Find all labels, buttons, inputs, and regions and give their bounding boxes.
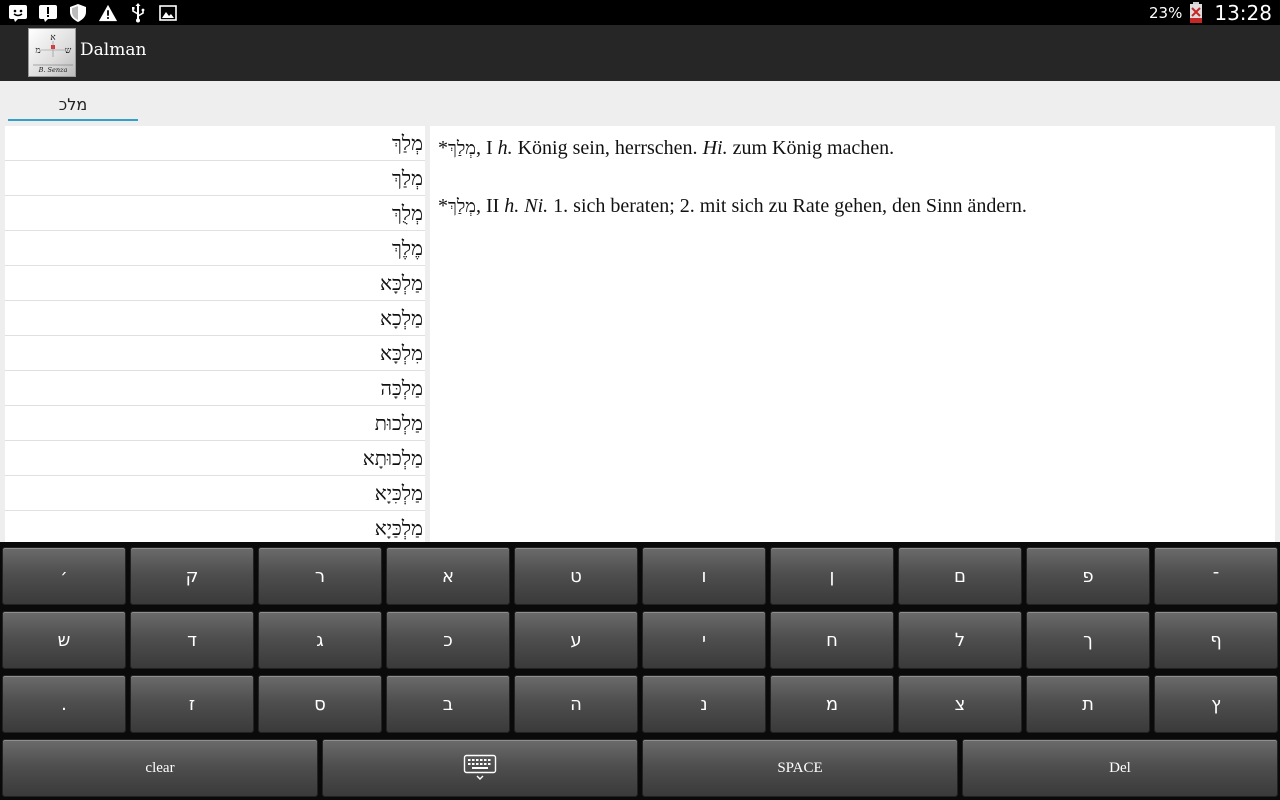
battery-percent: 23% [1149,3,1183,22]
list-item[interactable]: מַלְכִּיָא [5,476,425,511]
key[interactable]: ת [1026,675,1150,733]
entry-star: * [438,195,448,217]
clock: 13:28 [1214,0,1272,25]
key[interactable]: ־ [1154,547,1278,605]
list-item[interactable]: מַלְכוּת [5,406,425,441]
list-item[interactable]: מְלַךְ [5,126,425,161]
entry-numeral: , I [475,137,498,159]
definition-entry: *מְלַךְ, II h. Ni. 1. sich beraten; 2. m… [438,192,1267,221]
search-row [0,81,1280,125]
action-bar: א מ ש B. Senza Dalman [0,25,1280,81]
key[interactable]: ל [898,611,1022,669]
key[interactable]: ט [514,547,638,605]
dalman-logo-icon[interactable]: א מ ש B. Senza [28,28,76,77]
battery-icon [1186,1,1206,23]
keyboard-hide-button[interactable] [322,739,638,797]
key[interactable]: ס [258,675,382,733]
keyboard-hide-icon [463,754,497,782]
list-item[interactable]: מִלְכָּא [5,336,425,371]
key[interactable]: ד [130,611,254,669]
key[interactable]: ק [130,547,254,605]
list-item[interactable]: מַלְכָא [5,301,425,336]
key[interactable]: י [642,611,766,669]
notification-face-icon [8,3,28,23]
entry-text: König sein, herrschen. [512,137,703,159]
key[interactable]: ם [898,547,1022,605]
key[interactable]: ע [514,611,638,669]
key[interactable]: נ [642,675,766,733]
warning-icon [98,3,118,23]
status-bar: 23% 13:28 [0,0,1280,25]
key[interactable]: ך [1026,611,1150,669]
list-item[interactable]: מַלְכָּא [5,266,425,301]
svg-text:ש: ש [65,46,72,56]
key[interactable]: כ [386,611,510,669]
status-right: 23% 13:28 [1149,0,1272,25]
hebrew-keyboard: ׳ ק ר א ט ו ן ם פ ־ ש ד ג כ ע י ח ל ך ף … [0,542,1280,800]
usb-icon [128,2,148,23]
entry-abbr: h. [497,137,513,159]
main-content: מְלַךְ מְלַךְ מְלֻךְ מֶלֶךְ מַלְכָּא מַל… [0,125,1280,542]
key[interactable]: ש [2,611,126,669]
key[interactable]: מ [770,675,894,733]
list-item[interactable]: מַלְכַּיָא [5,511,425,542]
list-item[interactable]: מַלְכָּה [5,371,425,406]
entry-text: 1. sich beraten; 2. mit sich zu Rate geh… [548,195,1027,217]
alert-icon [38,3,58,23]
word-list[interactable]: מְלַךְ מְלַךְ מְלֻךְ מֶלֶךְ מַלְכָּא מַל… [5,126,425,542]
key[interactable]: ף [1154,611,1278,669]
key[interactable]: ב [386,675,510,733]
key[interactable]: ז [130,675,254,733]
list-item[interactable]: מַלְכוּתָא [5,441,425,476]
definition-entry: *מְלַךְ, I h. König sein, herrschen. Hi.… [438,134,1267,163]
clear-button[interactable]: clear [2,739,318,797]
image-icon [158,3,178,23]
key[interactable]: ה [514,675,638,733]
svg-text:מ: מ [35,46,40,56]
entry-abbr: Hi. [702,137,728,159]
entry-headword: מְלַךְ [448,138,476,159]
app-title: Dalman [80,40,147,60]
entry-star: * [438,137,448,159]
list-item[interactable]: מְלֻךְ [5,196,425,231]
space-button[interactable]: SPACE [642,739,958,797]
entry-numeral: , II [475,195,505,217]
entry-abbr: h. Ni. [504,195,549,217]
delete-button[interactable]: Del [962,739,1278,797]
key[interactable]: ׳ [2,547,126,605]
key[interactable]: ן [770,547,894,605]
key[interactable]: ץ [1154,675,1278,733]
key[interactable]: פ [1026,547,1150,605]
list-item[interactable]: מֶלֶךְ [5,231,425,266]
key[interactable]: צ [898,675,1022,733]
definition-panel: *מְלַךְ, I h. König sein, herrschen. Hi.… [430,126,1275,542]
search-input[interactable] [8,89,138,121]
list-item[interactable]: מְלַךְ [5,161,425,196]
entry-headword: מְלַךְ [448,196,476,217]
key[interactable]: ג [258,611,382,669]
key[interactable]: ח [770,611,894,669]
entry-text: zum König machen. [727,137,895,159]
key[interactable]: ו [642,547,766,605]
status-icons [8,2,178,23]
key[interactable]: ר [258,547,382,605]
shield-icon [68,3,88,23]
key[interactable]: א [386,547,510,605]
key[interactable]: . [2,675,126,733]
svg-text:B. Senza: B. Senza [38,66,68,74]
